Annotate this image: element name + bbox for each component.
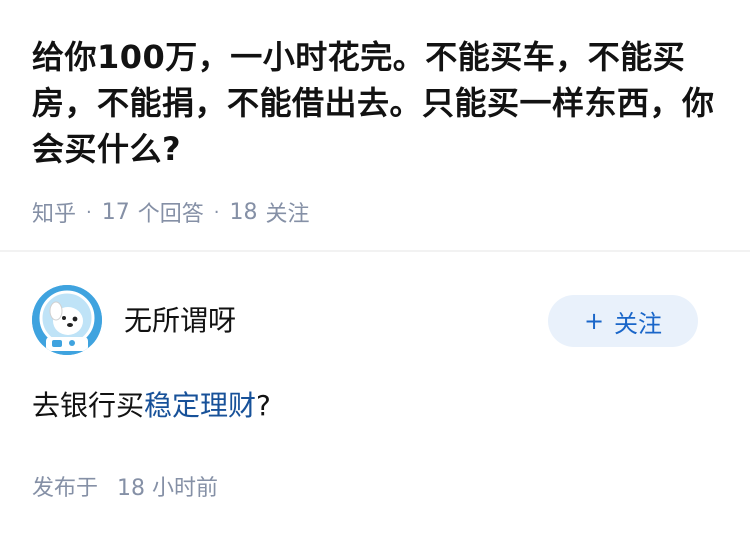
finance-link[interactable]: 稳定理财	[144, 389, 256, 422]
astronaut-dog-avatar-icon	[32, 285, 102, 355]
author-name[interactable]: 无所谓呀	[124, 299, 236, 339]
question-title[interactable]: 给你100万，一小时花完。不能买车，不能买房，不能捐，不能借出去。只能买一样东西…	[32, 34, 718, 172]
follow-count-label[interactable]: 关注	[266, 196, 310, 228]
content-text: 去银行买	[32, 389, 145, 422]
source-label[interactable]: 知乎	[32, 196, 76, 228]
published-time-value: 18 小时前	[117, 476, 219, 501]
section-divider	[0, 250, 750, 252]
follow-count: 18	[229, 199, 258, 225]
follow-button-label: 关注	[614, 309, 663, 338]
answer-count: 17	[101, 199, 130, 225]
meta-separator: ·	[213, 201, 220, 223]
published-label: 发布于	[32, 476, 99, 501]
content-text-end: ?	[256, 389, 271, 422]
answer-content[interactable]: 去银行买稳定理财?	[32, 384, 271, 424]
question-meta: 知乎 · 17 个回答 · 18 关注	[32, 196, 310, 228]
plus-icon: +	[583, 307, 605, 335]
publish-time: 发布于 18 小时前	[32, 470, 218, 502]
avatar[interactable]	[32, 285, 102, 355]
question-header: 给你100万，一小时花完。不能买车，不能买房，不能捐，不能借出去。只能买一样东西…	[0, 0, 750, 227]
author-row: 无所谓呀 + 关注	[32, 285, 718, 355]
meta-separator: ·	[86, 201, 92, 223]
follow-button[interactable]: + 关注	[548, 295, 698, 347]
answer-count-label[interactable]: 个回答	[138, 196, 204, 228]
